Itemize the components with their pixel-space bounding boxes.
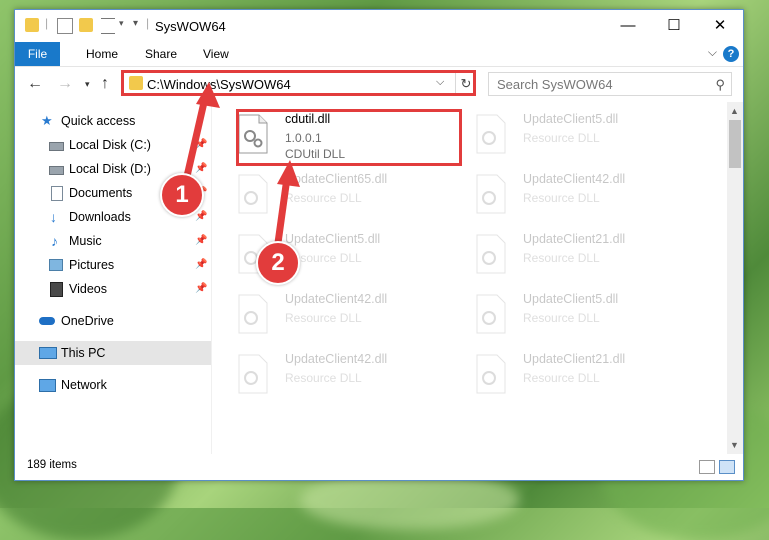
arrow-2-head: [277, 160, 300, 187]
callout-badge-2: 2: [256, 241, 300, 285]
arrow-1-head: [196, 82, 220, 108]
arrow-2: [273, 177, 291, 251]
callout-arrows: [181, 82, 300, 251]
callout-badge-1: 1: [160, 173, 204, 217]
arrow-1: [181, 97, 209, 186]
